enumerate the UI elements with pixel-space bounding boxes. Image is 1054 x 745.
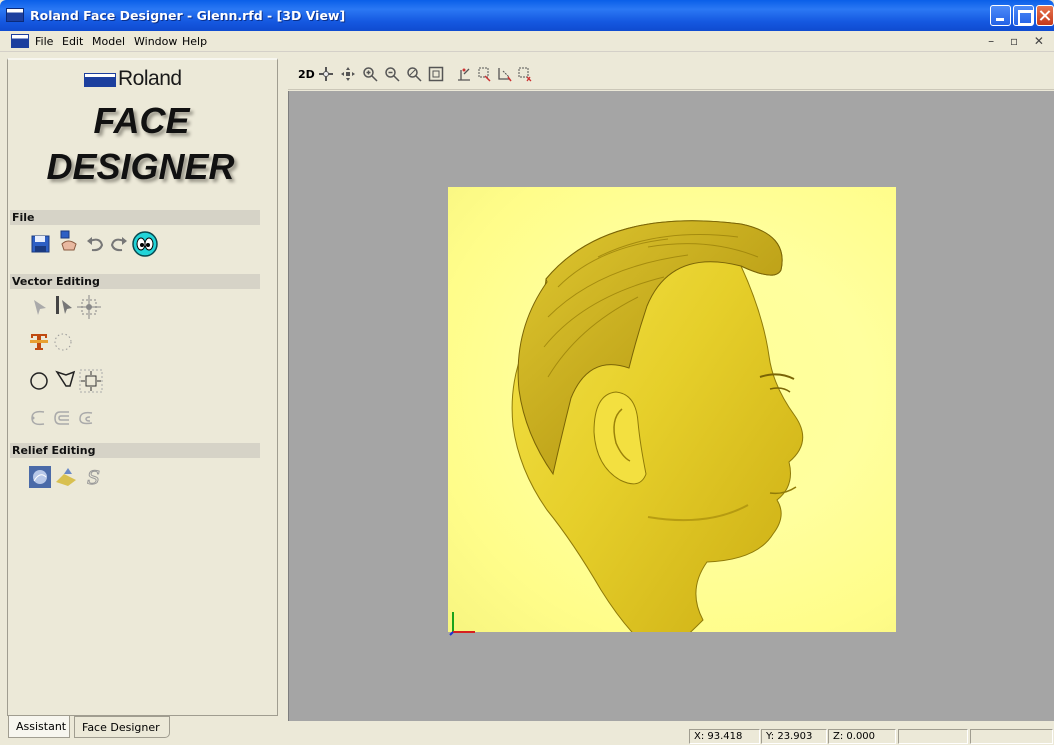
menu-edit[interactable]: Edit [62, 35, 83, 48]
maximize-button[interactable] [1013, 5, 1034, 26]
undo-icon[interactable] [84, 233, 106, 255]
view-side-icon[interactable] [496, 66, 512, 82]
menu-file[interactable]: File [35, 35, 53, 48]
product-title-face: FACE [93, 100, 190, 141]
roland-logo-mark [84, 73, 116, 87]
document-icon[interactable] [11, 34, 29, 48]
relief-sculpt-icon[interactable] [28, 465, 52, 489]
section-vector-editing: Vector Editing [10, 274, 260, 289]
svg-text:S: S [87, 467, 100, 488]
view-2d-button[interactable]: 2D [298, 68, 315, 81]
menu-model[interactable]: Model [92, 35, 125, 48]
smooth-curve-icon[interactable] [76, 407, 98, 429]
window-title: Roland Face Designer - Glenn.rfd - [3D V… [30, 8, 346, 23]
view-front-icon[interactable] [476, 66, 492, 82]
face-relief-model [511, 220, 804, 632]
menu-help[interactable]: Help [182, 35, 207, 48]
status-x-coordinate: X: 93.418 [689, 729, 760, 744]
tab-face-designer[interactable]: Face Designer [74, 716, 170, 738]
status-field-empty [970, 729, 1053, 744]
status-z-coordinate: Z: 0.000 [828, 729, 896, 744]
relief-smooth-icon[interactable] [54, 466, 78, 488]
offset-curve-icon[interactable] [28, 407, 50, 429]
assistant-panel: Roland FACE DESIGNER File Vector Editing [7, 58, 278, 716]
status-field-empty [898, 729, 968, 744]
redo-icon[interactable] [108, 233, 130, 255]
transform-icon[interactable] [76, 294, 102, 320]
title-bar[interactable]: Roland Face Designer - Glenn.rfd - [3D V… [0, 0, 1054, 31]
app-window: Roland Face Designer - Glenn.rfd - [3D V… [0, 0, 1054, 745]
roland-logo-text: Roland [118, 67, 182, 90]
view-iso-icon[interactable] [456, 66, 472, 82]
view-top-icon[interactable] [516, 66, 532, 82]
node-edit-icon[interactable] [52, 294, 74, 316]
save-icon[interactable] [30, 233, 52, 255]
product-title-designer: DESIGNER [46, 146, 235, 187]
app-icon[interactable] [6, 8, 24, 22]
menu-window[interactable]: Window [134, 35, 177, 48]
mdi-window-controls[interactable]: – ▫ ✕ [988, 34, 1050, 48]
text-tool-icon[interactable] [28, 331, 50, 353]
status-y-coordinate: Y: 23.903 [761, 729, 827, 744]
section-relief-editing: Relief Editing [10, 443, 260, 458]
section-file: File [10, 210, 260, 225]
dotted-circle-icon[interactable] [52, 331, 74, 353]
pan-icon[interactable] [318, 66, 334, 82]
rectangle-draw-icon[interactable] [78, 368, 104, 394]
close-button[interactable] [1036, 5, 1054, 26]
open-curve-icon[interactable] [52, 407, 74, 429]
circle-draw-icon[interactable] [28, 370, 50, 392]
view-toolbar: 2D [288, 60, 1054, 90]
zoom-fit-icon[interactable] [428, 66, 444, 82]
menu-bar: File Edit Model Window Help – ▫ ✕ [0, 31, 1054, 52]
export-machine-icon[interactable] [58, 230, 80, 252]
zoom-in-icon[interactable] [362, 66, 378, 82]
minimize-button[interactable] [990, 5, 1011, 26]
axis-indicator [448, 608, 478, 636]
polygon-draw-icon[interactable] [54, 368, 76, 390]
zoom-window-icon[interactable] [406, 66, 422, 82]
zoom-out-icon[interactable] [384, 66, 400, 82]
relief-canvas[interactable] [448, 187, 896, 632]
select-arrow-icon[interactable] [28, 296, 50, 318]
status-bar: X: 93.418 Y: 23.903 Z: 0.000 [288, 726, 1054, 745]
view-eyes-icon[interactable] [132, 231, 158, 257]
tab-assistant[interactable]: Assistant [8, 716, 70, 738]
relief-s-tool-icon[interactable]: S [82, 466, 104, 489]
move-icon[interactable] [340, 66, 356, 82]
